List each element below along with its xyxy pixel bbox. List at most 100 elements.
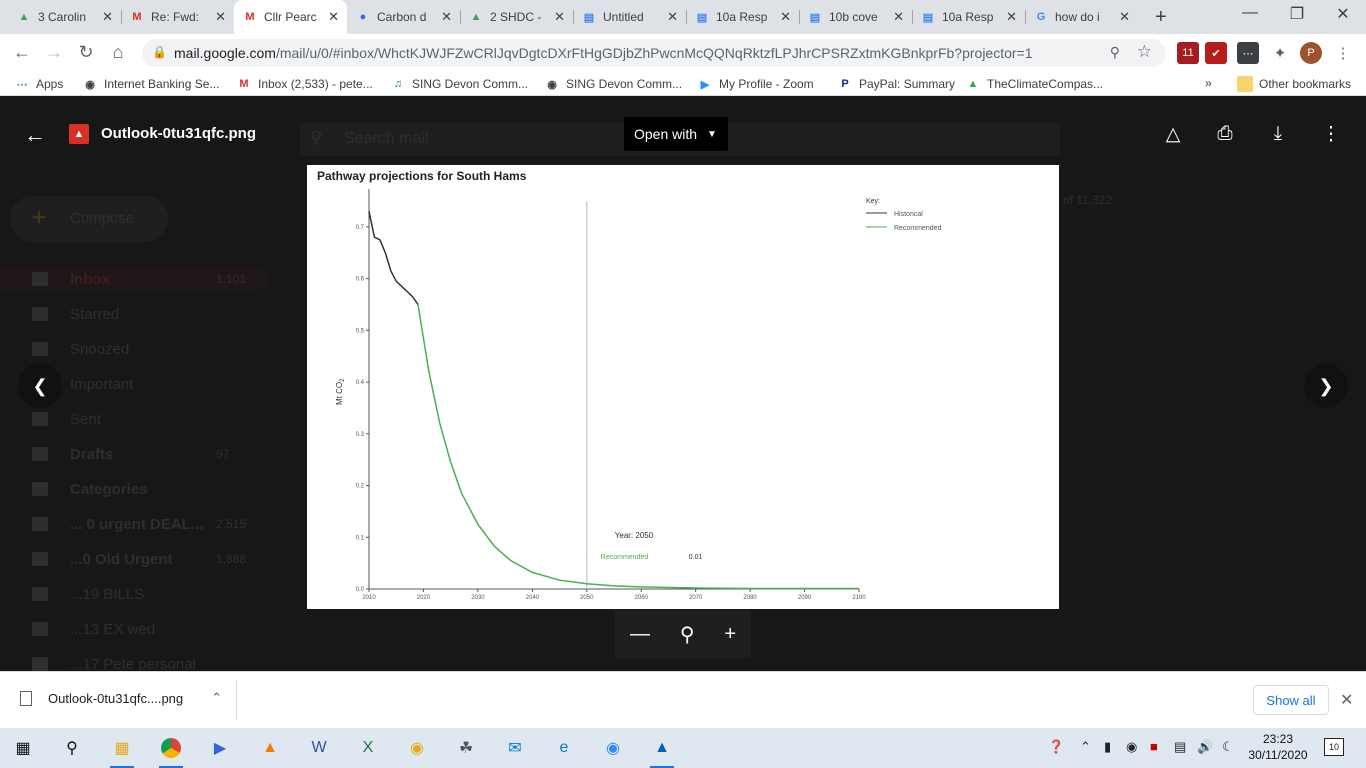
bookmark-item[interactable]: P PayPal: Summary	[837, 76, 955, 92]
profile-initial: P	[1307, 47, 1315, 59]
tab-6[interactable]: ▤ Untitled ✕	[573, 0, 686, 34]
word-icon[interactable]: W	[304, 734, 334, 762]
close-viewer-arrow-icon[interactable]: ←	[22, 122, 48, 148]
close-tab-icon[interactable]: ✕	[1119, 9, 1130, 25]
close-tab-icon[interactable]: ✕	[554, 9, 565, 25]
tab-7[interactable]: ▤ 10a Resp ✕	[686, 0, 799, 34]
zoom-magnifier-icon[interactable]: ⚲	[680, 622, 695, 647]
zoom-icon[interactable]: ⚲	[1110, 44, 1120, 61]
extension-dots-icon[interactable]: ⋯	[1237, 42, 1259, 64]
next-image-button[interactable]: ❯	[1304, 364, 1348, 408]
bookmark-item[interactable]: ◉ Internet Banking Se...	[82, 76, 219, 92]
file-explorer-icon[interactable]: ▦	[107, 734, 137, 768]
system-clock[interactable]: 23:23 30/11/2020	[1248, 731, 1308, 763]
bookmarks-overflow-button[interactable]: »	[1205, 76, 1212, 90]
more-options-icon[interactable]: ⋮	[1318, 123, 1344, 146]
bookmark-item[interactable]: ◉ SING Devon Comm...	[544, 76, 682, 92]
close-tab-icon[interactable]: ✕	[441, 9, 452, 25]
usb-icon[interactable]: ▮	[1104, 739, 1111, 755]
tab-4[interactable]: ● Carbon d ✕	[347, 0, 460, 34]
chart-title: Pathway projections for South Hams	[317, 169, 527, 183]
help-icon[interactable]: ❓	[1048, 739, 1064, 755]
close-tab-icon[interactable]: ✕	[893, 9, 904, 25]
tab-separator	[1025, 10, 1026, 24]
close-download-bar-icon[interactable]: ✕	[1340, 690, 1353, 710]
extension-todoist-icon[interactable]: ✔	[1205, 42, 1227, 64]
tab-8[interactable]: ▤ 10b cove ✕	[799, 0, 912, 34]
photos-app-icon[interactable]: ▲	[647, 734, 677, 768]
extension-badge-icon[interactable]: 11	[1177, 42, 1199, 64]
url-path: /mail/u/0/#inbox/WhctKJWJFZwCRlJqvDgtcDX…	[275, 45, 1033, 61]
show-all-button[interactable]: Show all	[1253, 685, 1329, 715]
bookmark-item[interactable]: ⋯ Apps	[14, 76, 64, 92]
gimp-icon[interactable]: ☘	[451, 734, 481, 762]
restore-button[interactable]: ❐	[1285, 4, 1309, 24]
tab-1[interactable]: ▲ 3 Carolin ✕	[8, 0, 121, 34]
bookmark-item[interactable]: ▶ My Profile - Zoom	[697, 76, 814, 92]
media-player-icon[interactable]: ▶	[205, 734, 235, 762]
url-text[interactable]: mail.google.com/mail/u/0/#inbox/WhctKJWJ…	[174, 45, 1094, 61]
y-tick-label: 0.3	[356, 432, 365, 438]
tab-9[interactable]: ▤ 10a Resp ✕	[912, 0, 1025, 34]
reload-icon[interactable]: ↻	[74, 42, 98, 63]
edge-icon[interactable]: e	[549, 734, 579, 762]
close-tab-icon[interactable]: ✕	[780, 9, 791, 25]
camera-icon[interactable]: ◉	[1126, 739, 1137, 755]
zoom-in-icon[interactable]: +	[724, 623, 736, 646]
open-with-button[interactable]: Open with ▼	[624, 117, 728, 151]
home-icon[interactable]: ⌂	[106, 42, 130, 63]
tab-3[interactable]: M Cllr Pearc ✕	[234, 0, 347, 34]
chevron-up-icon[interactable]: ⌃	[211, 690, 222, 706]
minimize-button[interactable]: —	[1238, 4, 1262, 22]
bookmark-item[interactable]: M Inbox (2,533) - pete...	[236, 76, 372, 92]
bookmark-star-icon[interactable]: ☆	[1137, 42, 1152, 62]
other-bookmarks[interactable]: Other bookmarks	[1237, 76, 1351, 92]
close-tab-icon[interactable]: ✕	[328, 9, 339, 25]
bookmark-item[interactable]: ▲ TheClimateCompas...	[965, 76, 1104, 92]
close-window-button[interactable]: ✕	[1331, 4, 1355, 24]
bookmark-item[interactable]: ♫ SING Devon Comm...	[390, 76, 528, 92]
photos-folder-icon[interactable]: ◉	[402, 734, 432, 762]
profile-avatar[interactable]: P	[1300, 42, 1322, 64]
tab-label: 10a Resp	[942, 10, 994, 24]
chrome-icon[interactable]	[156, 734, 186, 768]
close-tab-icon[interactable]: ✕	[215, 9, 226, 25]
previous-image-button[interactable]: ❮	[18, 364, 62, 408]
search-taskbar-icon[interactable]: ⚲	[57, 734, 87, 762]
x-tick-label: 2020	[417, 595, 431, 601]
close-tab-icon[interactable]: ✕	[1006, 9, 1017, 25]
vlc-icon[interactable]: ▲	[255, 734, 285, 762]
zoom-out-icon[interactable]: —	[630, 623, 650, 646]
excel-icon[interactable]: X	[353, 734, 383, 762]
chrome-menu-icon[interactable]: ⋮	[1332, 42, 1354, 64]
x-tick-label: 2040	[526, 595, 540, 601]
y-axis-label: Mt CO2	[335, 378, 346, 405]
wifi-icon[interactable]: ☾	[1222, 739, 1234, 755]
tray-app-icon[interactable]: ■	[1150, 739, 1158, 754]
new-tab-button[interactable]: +	[1155, 6, 1167, 29]
close-tab-icon[interactable]: ✕	[667, 9, 678, 25]
address-bar[interactable]: 🔒 mail.google.com/mail/u/0/#inbox/WhctKJ…	[142, 39, 1166, 67]
download-icon[interactable]: ⤓	[1265, 123, 1291, 145]
close-tab-icon[interactable]: ✕	[102, 9, 113, 25]
tab-5[interactable]: ▲ 2 SHDC - ✕	[460, 0, 573, 34]
volume-icon[interactable]: 🔊	[1197, 739, 1213, 755]
tab-2[interactable]: M Re: Fwd: ✕	[121, 0, 234, 34]
print-icon[interactable]: ⎙	[1212, 123, 1238, 145]
extensions-puzzle-icon[interactable]: ✦	[1269, 42, 1291, 64]
mail-icon[interactable]: ✉	[500, 734, 530, 762]
back-icon[interactable]: ←	[10, 42, 34, 63]
add-to-drive-icon[interactable]: △	[1160, 123, 1186, 146]
drive-icon: ▲	[18, 11, 30, 23]
network-icon[interactable]: ▤	[1174, 739, 1186, 755]
show-hidden-icons[interactable]: ⌃	[1080, 739, 1091, 755]
zoom-app-icon[interactable]: ◉	[598, 734, 628, 762]
x-tick-label: 2090	[798, 595, 812, 601]
notification-icon[interactable]: 10	[1324, 738, 1344, 756]
x-tick-label: 2070	[689, 595, 703, 601]
forward-icon[interactable]: →	[42, 42, 66, 63]
windows-start-icon[interactable]: ▦	[8, 734, 38, 762]
tab-10[interactable]: Ghow do i ✕	[1025, 0, 1138, 34]
docs-icon: ▤	[922, 11, 934, 24]
download-item[interactable]: Outlook-0tu31qfc....png ⌃	[20, 690, 222, 706]
